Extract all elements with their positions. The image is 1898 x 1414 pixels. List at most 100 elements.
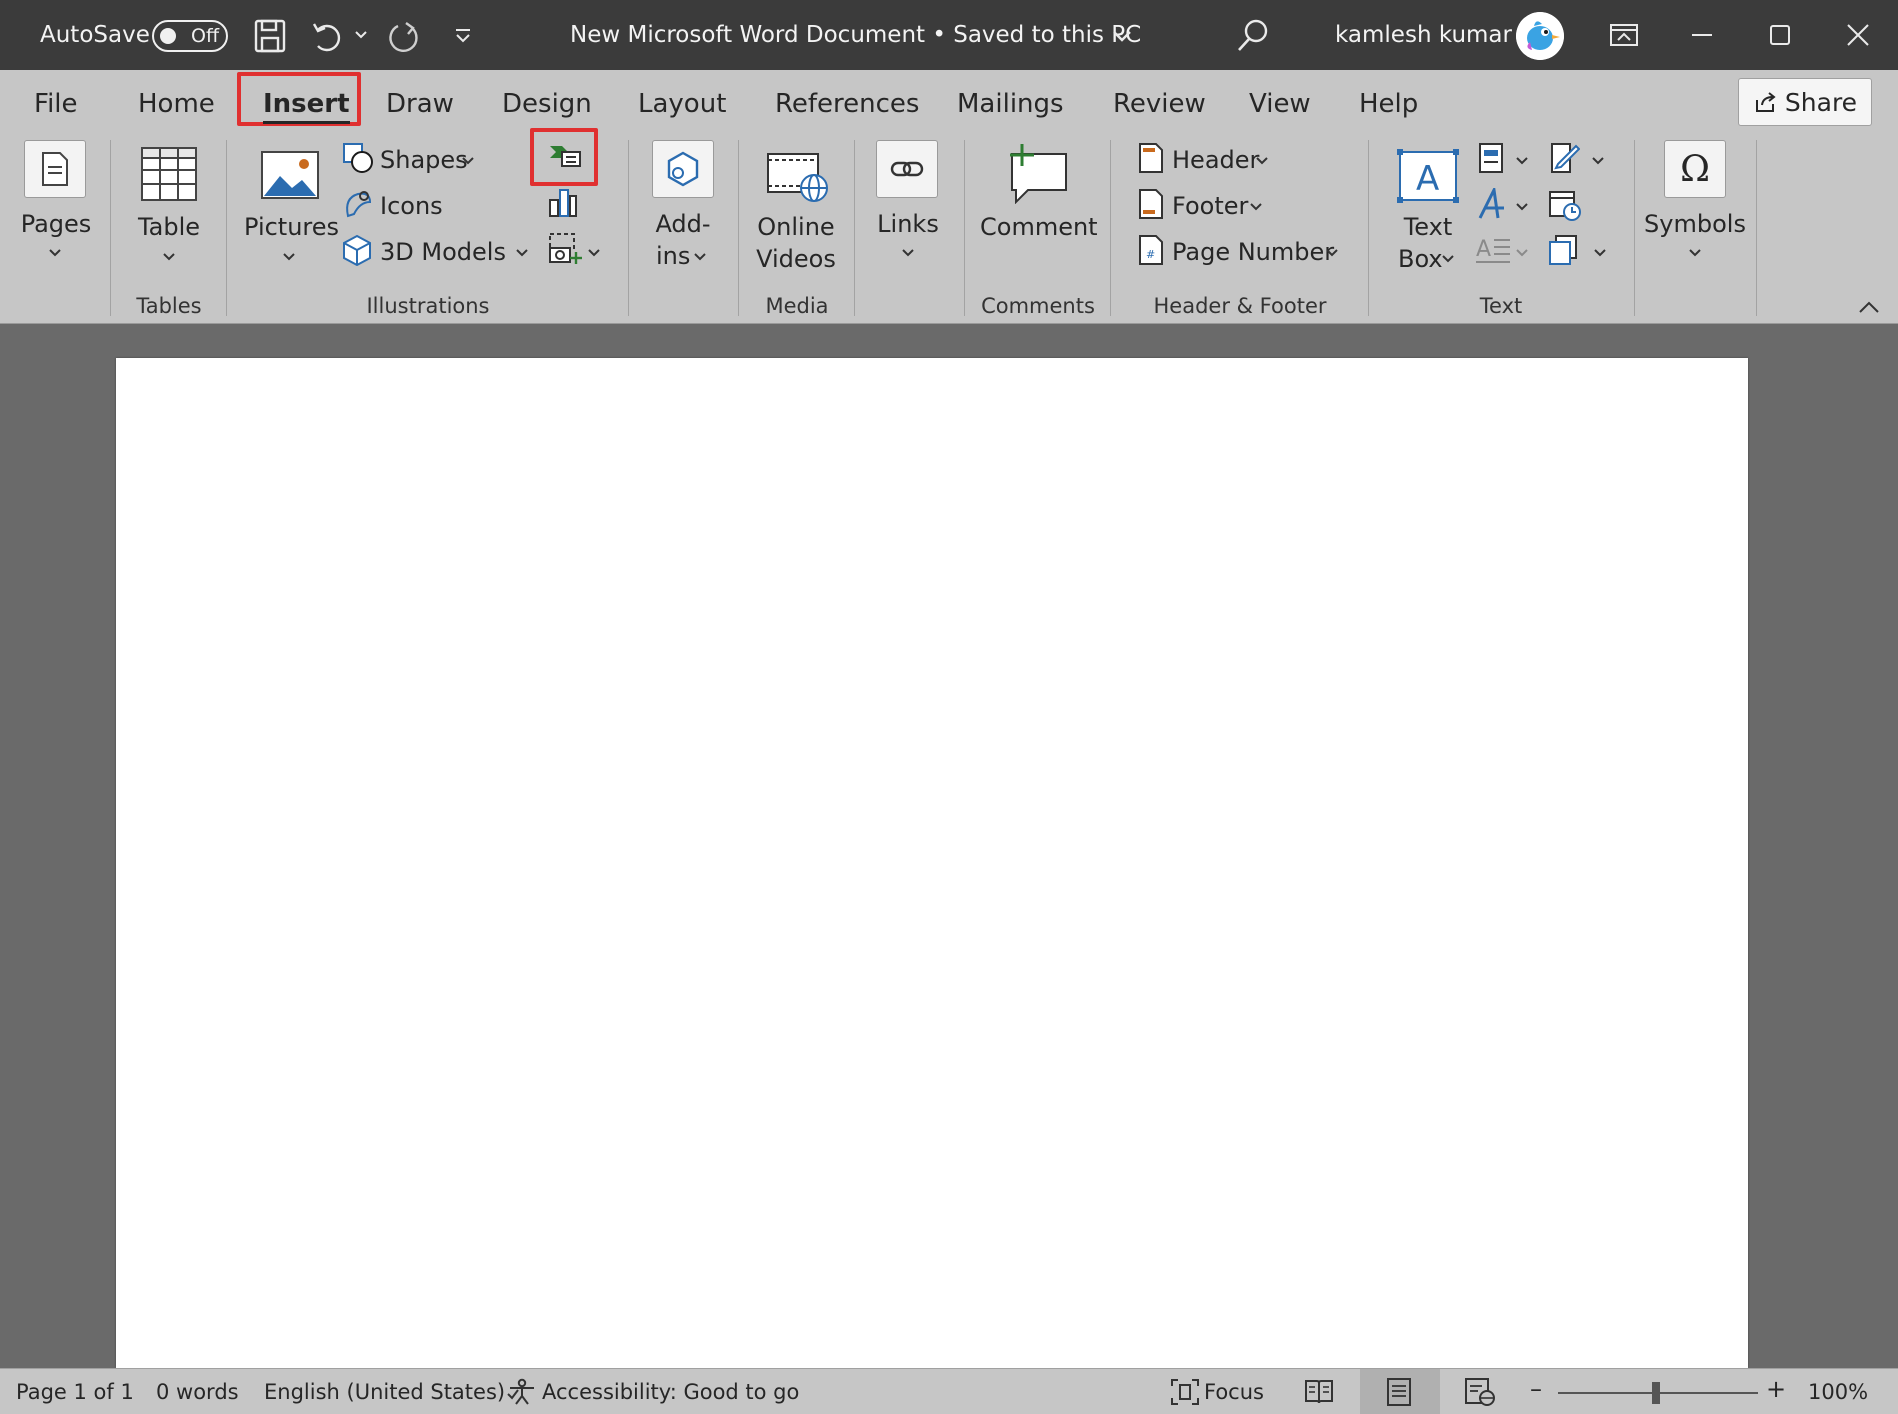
undo-icon[interactable]	[310, 20, 344, 52]
header-dropdown-icon[interactable]	[1256, 156, 1268, 166]
share-button[interactable]: Share	[1738, 78, 1872, 126]
zoom-slider-thumb[interactable]	[1652, 1382, 1660, 1404]
screenshot-dropdown-icon[interactable]	[588, 248, 600, 258]
page-number-label[interactable]: Page Number	[1172, 238, 1334, 266]
autosave-toggle[interactable]: Off	[152, 20, 228, 52]
header-icon[interactable]	[1138, 142, 1164, 174]
signature-line-icon[interactable]	[1548, 142, 1580, 174]
tab-mailings[interactable]: Mailings	[957, 84, 1064, 124]
footer-icon[interactable]	[1138, 188, 1164, 220]
web-layout-icon[interactable]	[1464, 1377, 1496, 1407]
symbols-dropdown-icon[interactable]	[1688, 248, 1702, 258]
tab-layout[interactable]: Layout	[638, 84, 726, 124]
screenshot-icon[interactable]	[546, 232, 582, 266]
collapse-ribbon-icon[interactable]	[1858, 300, 1880, 314]
search-icon[interactable]	[1236, 18, 1270, 54]
add-ins-button[interactable]	[652, 140, 714, 198]
header-label[interactable]: Header	[1172, 146, 1259, 174]
date-time-icon[interactable]	[1548, 188, 1582, 222]
wordart-dropdown-icon[interactable]	[1516, 202, 1528, 212]
focus-label[interactable]: Focus	[1204, 1380, 1264, 1404]
text-box-label-line1[interactable]: Text	[1386, 213, 1470, 241]
page-number-dropdown-icon[interactable]	[1326, 248, 1338, 258]
zoom-level[interactable]: 100%	[1808, 1380, 1868, 1404]
drop-cap-icon[interactable]: A	[1476, 234, 1512, 264]
chart-icon[interactable]	[548, 186, 578, 218]
tab-draw[interactable]: Draw	[386, 84, 454, 124]
icons-icon[interactable]	[342, 188, 374, 220]
document-page[interactable]	[116, 358, 1748, 1368]
object-dropdown-icon[interactable]	[1594, 248, 1606, 258]
tab-insert[interactable]: Insert	[263, 84, 350, 124]
user-name[interactable]: kamlesh kumar	[1335, 22, 1512, 48]
close-icon[interactable]	[1828, 10, 1888, 60]
links-dropdown-icon[interactable]	[901, 248, 915, 258]
text-box-label-line2[interactable]: Box	[1398, 245, 1443, 273]
minimize-icon[interactable]	[1672, 10, 1732, 60]
footer-dropdown-icon[interactable]	[1250, 202, 1262, 212]
footer-label[interactable]: Footer	[1172, 192, 1248, 220]
3d-models-icon[interactable]	[342, 234, 372, 266]
comment-label[interactable]: Comment	[980, 213, 1098, 241]
quick-parts-dropdown-icon[interactable]	[1516, 156, 1528, 166]
online-videos-label-line1[interactable]: Online	[752, 213, 840, 241]
symbols-button[interactable]: Ω	[1664, 140, 1726, 198]
online-videos-label-line2[interactable]: Videos	[752, 245, 840, 273]
shapes-label[interactable]: Shapes	[380, 146, 468, 174]
add-ins-dropdown-icon[interactable]	[694, 252, 706, 262]
smartart-icon[interactable]	[548, 140, 582, 170]
pictures-icon[interactable]	[260, 150, 320, 202]
drop-cap-dropdown-icon[interactable]	[1516, 248, 1528, 258]
links-button[interactable]	[876, 140, 938, 198]
undo-dropdown-icon[interactable]	[354, 30, 368, 40]
quick-parts-icon[interactable]	[1478, 142, 1504, 174]
object-icon[interactable]	[1548, 234, 1578, 266]
3d-models-label[interactable]: 3D Models	[380, 238, 506, 266]
language[interactable]: English (United States)	[264, 1380, 505, 1404]
svg-text:A: A	[1416, 159, 1439, 199]
document-title[interactable]: New Microsoft Word Document • Saved to t…	[570, 22, 1141, 48]
page-count[interactable]: Page 1 of 1	[16, 1380, 134, 1404]
3d-models-dropdown-icon[interactable]	[516, 248, 528, 258]
pages-button[interactable]	[24, 140, 86, 198]
pictures-dropdown-icon[interactable]	[282, 252, 296, 262]
text-box-icon[interactable]: A	[1396, 148, 1460, 204]
page-number-icon[interactable]: #	[1138, 234, 1164, 266]
tab-file[interactable]: File	[34, 84, 78, 124]
tab-home[interactable]: Home	[138, 84, 215, 124]
pages-dropdown-icon[interactable]	[48, 248, 62, 258]
customize-quick-access-icon[interactable]	[454, 28, 472, 44]
ribbon-display-options-icon[interactable]	[1594, 10, 1654, 60]
icons-label[interactable]: Icons	[380, 192, 443, 220]
redo-icon[interactable]	[388, 20, 422, 54]
online-videos-icon[interactable]	[766, 150, 830, 204]
print-layout-icon[interactable]	[1386, 1377, 1412, 1407]
tab-review[interactable]: Review	[1113, 84, 1206, 124]
save-icon[interactable]	[254, 19, 286, 53]
read-mode-icon[interactable]	[1304, 1379, 1334, 1405]
accessibility-icon[interactable]	[506, 1378, 536, 1406]
user-avatar[interactable]	[1516, 12, 1564, 60]
title-dropdown-icon[interactable]	[1112, 30, 1132, 44]
word-count[interactable]: 0 words	[156, 1380, 239, 1404]
pictures-label[interactable]: Pictures	[244, 213, 339, 241]
comment-icon[interactable]	[1004, 142, 1068, 204]
focus-icon[interactable]	[1170, 1378, 1200, 1406]
accessibility-status[interactable]: Accessibility: Good to go	[542, 1380, 799, 1404]
shapes-icon[interactable]	[342, 142, 374, 174]
table-label[interactable]: Table	[128, 213, 210, 241]
tab-design[interactable]: Design	[502, 84, 592, 124]
wordart-icon[interactable]	[1478, 188, 1506, 220]
tab-help[interactable]: Help	[1359, 84, 1418, 124]
text-box-dropdown-icon[interactable]	[1442, 254, 1454, 264]
table-icon[interactable]	[140, 146, 198, 202]
group-illustrations-label: Illustrations	[366, 294, 490, 318]
zoom-out-button[interactable]: –	[1530, 1375, 1542, 1403]
table-dropdown-icon[interactable]	[162, 252, 176, 262]
tab-view[interactable]: View	[1249, 84, 1311, 124]
shapes-dropdown-icon[interactable]	[462, 156, 474, 166]
signature-dropdown-icon[interactable]	[1592, 156, 1604, 166]
tab-references[interactable]: References	[775, 84, 919, 124]
zoom-in-button[interactable]: +	[1766, 1375, 1786, 1403]
maximize-icon[interactable]	[1750, 10, 1810, 60]
